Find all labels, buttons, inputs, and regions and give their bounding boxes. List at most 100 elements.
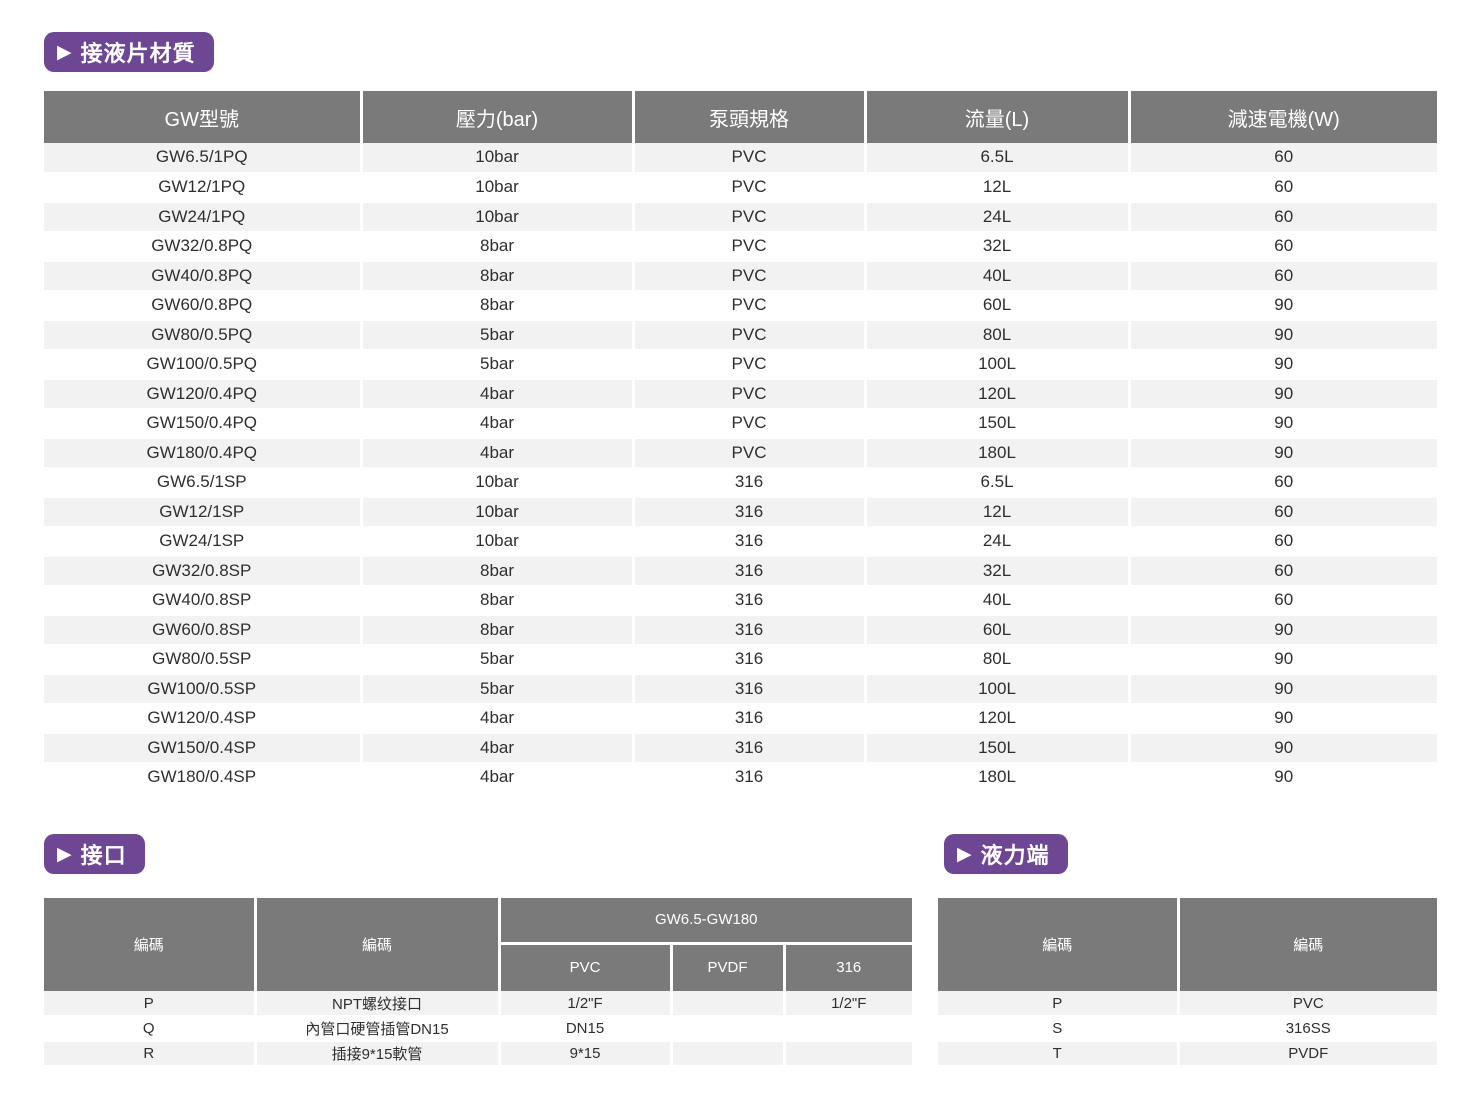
- column-header-316: 316: [784, 943, 912, 991]
- table-cell: 120L: [865, 379, 1129, 409]
- table-cell: 150L: [865, 409, 1129, 439]
- table-cell: 316: [633, 733, 865, 763]
- table-cell: GW180/0.4PQ: [44, 438, 361, 468]
- table-row: GW180/0.4PQ4barPVC180L90: [44, 438, 1437, 468]
- table-cell: 60: [1129, 497, 1437, 527]
- table-cell: 80L: [865, 645, 1129, 675]
- table-cell: 4bar: [361, 438, 633, 468]
- table-cell: GW60/0.8PQ: [44, 291, 361, 321]
- table-cell: 32L: [865, 232, 1129, 262]
- table-cell: 90: [1129, 733, 1437, 763]
- table-cell: 插接9*15軟管: [255, 1041, 499, 1066]
- table-cell: P: [44, 991, 255, 1016]
- table-row: S316SS: [938, 1016, 1437, 1041]
- table-cell: PVC: [633, 438, 865, 468]
- table-cell: 4bar: [361, 733, 633, 763]
- section-badge-hydraulic-end: ▶ 液力端: [944, 834, 1068, 874]
- table-cell: 4bar: [361, 763, 633, 793]
- table-cell: PVC: [633, 291, 865, 321]
- table-cell: GW180/0.4SP: [44, 763, 361, 793]
- table-cell: PVC: [633, 379, 865, 409]
- table-cell: 10bar: [361, 143, 633, 173]
- table-row: GW6.5/1SP10bar3166.5L60: [44, 468, 1437, 498]
- wetted-material-table-body: GW6.5/1PQ10barPVC6.5L60GW12/1PQ10barPVC1…: [44, 143, 1437, 792]
- table-cell: 8bar: [361, 261, 633, 291]
- table-cell: 316: [633, 468, 865, 498]
- table-row: GW40/0.8SP8bar31640L60: [44, 586, 1437, 616]
- table-row: GW24/1SP10bar31624L60: [44, 527, 1437, 557]
- column-header-motor: 減速電機(W): [1129, 91, 1437, 143]
- table-cell: [784, 1016, 912, 1041]
- table-row: GW150/0.4PQ4barPVC150L90: [44, 409, 1437, 439]
- table-row: GW40/0.8PQ8barPVC40L60: [44, 261, 1437, 291]
- table-cell: DN15: [499, 1016, 671, 1041]
- table-cell: 24L: [865, 527, 1129, 557]
- table-cell: 4bar: [361, 379, 633, 409]
- section-badge-label: 接口: [81, 838, 127, 870]
- table-cell: 316: [633, 674, 865, 704]
- table-cell: PVC: [633, 202, 865, 232]
- table-cell: 90: [1129, 704, 1437, 734]
- column-header-pvc: PVC: [499, 943, 671, 991]
- table-cell: PVC: [633, 143, 865, 173]
- table-cell: GW24/1PQ: [44, 202, 361, 232]
- table-cell: [784, 1041, 912, 1066]
- table-cell: 4bar: [361, 409, 633, 439]
- table-cell: 316: [633, 497, 865, 527]
- table-cell: GW32/0.8PQ: [44, 232, 361, 262]
- interface-table-body: PNPT螺纹接口1/2"F1/2"FQ內管口硬管插管DN15DN15R插接9*1…: [44, 991, 912, 1066]
- table-cell: 100L: [865, 350, 1129, 380]
- column-header-pvdf: PVDF: [671, 943, 784, 991]
- table-cell: [671, 1041, 784, 1066]
- table-cell: PVDF: [1178, 1041, 1437, 1066]
- section-badge-interface: ▶ 接口: [44, 834, 145, 874]
- table-cell: 5bar: [361, 320, 633, 350]
- column-header-material: 編碼: [1178, 898, 1437, 991]
- triangle-icon: ▶: [57, 43, 73, 62]
- table-cell: 12L: [865, 173, 1129, 203]
- table-cell: NPT螺纹接口: [255, 991, 499, 1016]
- section-badge-label: 液力端: [981, 838, 1050, 870]
- table-header-row: GW型號 壓力(bar) 泵頭規格 流量(L) 減速電機(W): [44, 91, 1437, 143]
- hydraulic-end-table-body: PPVCS316SSTPVDF: [938, 991, 1437, 1066]
- table-row: GW60/0.8SP8bar31660L90: [44, 615, 1437, 645]
- table-cell: 60: [1129, 202, 1437, 232]
- table-cell: 120L: [865, 704, 1129, 734]
- table-cell: 316: [633, 527, 865, 557]
- table-cell: 32L: [865, 556, 1129, 586]
- table-cell: GW6.5/1PQ: [44, 143, 361, 173]
- table-cell: 40L: [865, 261, 1129, 291]
- table-cell: 10bar: [361, 202, 633, 232]
- table-cell: 180L: [865, 438, 1129, 468]
- column-header-code-desc: 編碼: [255, 898, 499, 991]
- table-cell: P: [938, 991, 1178, 1016]
- table-row: GW32/0.8SP8bar31632L60: [44, 556, 1437, 586]
- table-cell: T: [938, 1041, 1178, 1066]
- table-cell: 180L: [865, 763, 1129, 793]
- table-cell: 40L: [865, 586, 1129, 616]
- table-cell: GW100/0.5SP: [44, 674, 361, 704]
- table-row: GW32/0.8PQ8barPVC32L60: [44, 232, 1437, 262]
- table-row: GW60/0.8PQ8barPVC60L90: [44, 291, 1437, 321]
- table-cell: 10bar: [361, 497, 633, 527]
- table-row: R插接9*15軟管9*15: [44, 1041, 912, 1066]
- column-header-code: 編碼: [44, 898, 255, 991]
- table-cell: GW32/0.8SP: [44, 556, 361, 586]
- table-cell: 60: [1129, 143, 1437, 173]
- table-header-row: 編碼 編碼 GW6.5-GW180: [44, 898, 912, 943]
- table-cell: 6.5L: [865, 143, 1129, 173]
- table-cell: GW120/0.4PQ: [44, 379, 361, 409]
- table-cell: 90: [1129, 409, 1437, 439]
- table-cell: 60: [1129, 556, 1437, 586]
- table-cell: 90: [1129, 320, 1437, 350]
- table-cell: 316: [633, 763, 865, 793]
- column-header-code: 編碼: [938, 898, 1178, 991]
- table-cell: GW40/0.8PQ: [44, 261, 361, 291]
- table-cell: 60: [1129, 173, 1437, 203]
- wetted-material-table: GW型號 壓力(bar) 泵頭規格 流量(L) 減速電機(W) GW6.5/1P…: [44, 91, 1437, 793]
- section-badge-label: 接液片材質: [81, 36, 196, 68]
- table-cell: 10bar: [361, 173, 633, 203]
- table-row: TPVDF: [938, 1041, 1437, 1066]
- hydraulic-end-table: 編碼 編碼 PPVCS316SSTPVDF: [938, 898, 1437, 1067]
- table-cell: GW120/0.4SP: [44, 704, 361, 734]
